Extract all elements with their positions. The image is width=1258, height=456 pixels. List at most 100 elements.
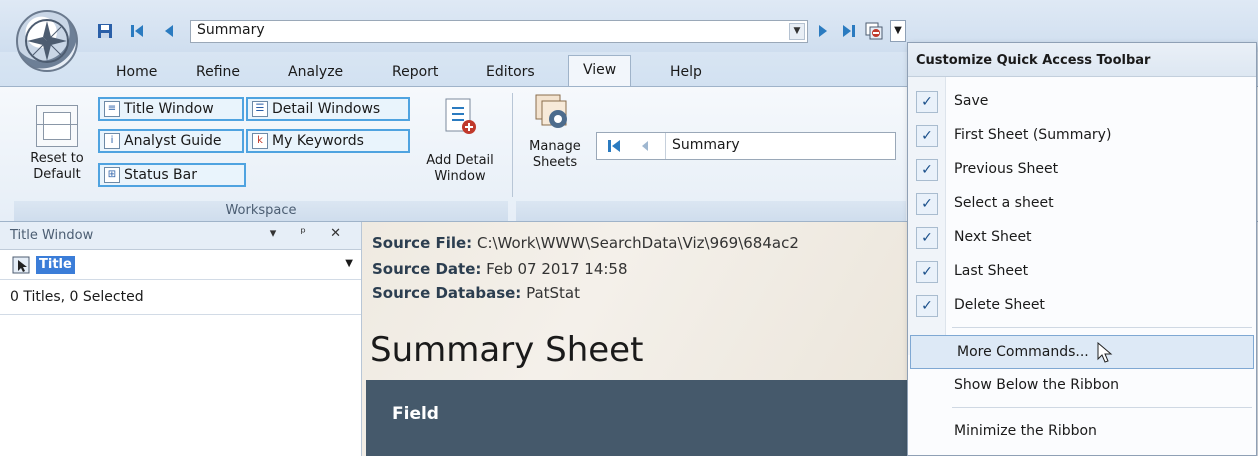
first-sheet-nav-icon[interactable] — [607, 139, 621, 157]
menu-item-label: Minimize the Ribbon — [954, 423, 1097, 439]
status-bar-icon: ⊞ — [104, 167, 120, 183]
layout-icon — [36, 105, 78, 147]
source-file-line: Source File: C:\Work\WWW\SearchData\Viz\… — [372, 234, 799, 252]
menu-item-first-sheet[interactable]: ✓ First Sheet (Summary) — [908, 119, 1256, 153]
tab-view[interactable]: View — [568, 55, 632, 87]
field-column-header: Field — [392, 404, 439, 424]
detail-windows-toggle[interactable]: ☰ Detail Windows — [246, 97, 410, 121]
mouse-pointer-icon — [1097, 341, 1113, 368]
menu-item-label: Last Sheet — [954, 263, 1029, 279]
pane-header: Title Window ▾ ᵖ ✕ — [0, 222, 361, 250]
menu-item-save[interactable]: ✓ Save — [908, 85, 1256, 119]
info-icon: i — [104, 133, 120, 149]
reset-to-default-button[interactable]: Reset to Default — [22, 105, 92, 183]
menu-separator — [952, 327, 1252, 328]
menu-item-show-below-ribbon[interactable]: Show Below the Ribbon — [908, 369, 1256, 403]
tab-editors[interactable]: Editors — [480, 60, 541, 84]
menu-item-label: Select a sheet — [954, 195, 1054, 211]
pane-title: Title Window — [10, 228, 94, 243]
customize-qat-menu: Customize Quick Access Toolbar ✓ Save ✓ … — [907, 42, 1257, 456]
menu-item-label: Previous Sheet — [954, 161, 1059, 177]
list-icon: ≡ — [104, 101, 120, 117]
workspace-group-label: Workspace — [14, 201, 508, 221]
cursor-select-icon — [12, 256, 30, 274]
reset-label-line2: Default — [33, 167, 81, 182]
previous-sheet-icon[interactable] — [160, 22, 178, 40]
save-icon[interactable] — [96, 22, 114, 40]
customize-qat-dropdown-button[interactable]: ▼ — [890, 20, 906, 42]
status-bar-toggle[interactable]: ⊞ Status Bar — [98, 163, 246, 187]
manage-sheets-icon — [534, 93, 576, 135]
checkmark-icon: ✓ — [916, 159, 938, 181]
source-file-label: Source File: — [372, 234, 473, 252]
my-keywords-toggle[interactable]: k My Keywords — [246, 129, 410, 153]
menu-item-label: Show Below the Ribbon — [954, 377, 1120, 393]
source-file-value: C:\Work\WWW\SearchData\Viz\969\684ac2 — [476, 234, 799, 252]
checkmark-icon: ✓ — [916, 261, 938, 283]
checkmark-icon: ✓ — [916, 193, 938, 215]
add-detail-label-line1: Add Detail — [426, 153, 494, 168]
tab-help[interactable]: Help — [664, 60, 708, 84]
previous-sheet-nav-icon[interactable] — [641, 140, 649, 156]
manage-label-line1: Manage — [529, 139, 581, 154]
menu-item-label: Delete Sheet — [954, 297, 1045, 313]
menu-item-select-sheet[interactable]: ✓ Select a sheet — [908, 187, 1256, 221]
chevron-down-icon[interactable]: ▼ — [789, 23, 805, 40]
tab-analyze[interactable]: Analyze — [282, 60, 349, 84]
reset-label-line1: Reset to — [30, 151, 84, 166]
source-database-label: Source Database: — [372, 284, 522, 302]
title-field-selector[interactable]: Title ▼ — [0, 250, 361, 280]
manage-sheets-button[interactable]: Manage Sheets — [520, 93, 590, 171]
tab-report[interactable]: Report — [386, 60, 444, 84]
source-database-line: Source Database: PatStat — [372, 284, 580, 302]
chevron-down-icon[interactable]: ▼ — [345, 258, 353, 269]
analyst-guide-label: Analyst Guide — [124, 133, 222, 149]
menu-item-more-commands[interactable]: More Commands... — [910, 335, 1254, 369]
title-window-pane: Title Window ▾ ᵖ ✕ Title ▼ 0 Titles, 0 S… — [0, 222, 362, 456]
menu-item-label: First Sheet (Summary) — [954, 127, 1112, 143]
add-window-icon — [442, 97, 478, 139]
first-sheet-icon[interactable] — [128, 22, 146, 40]
menu-item-next-sheet[interactable]: ✓ Next Sheet — [908, 221, 1256, 255]
add-detail-label-line2: Window — [434, 169, 486, 184]
sheet-selector[interactable]: Summary ▼ — [190, 20, 808, 43]
pane-controls[interactable]: ▾ ᵖ ✕ — [270, 226, 351, 241]
source-date-line: Source Date: Feb 07 2017 14:58 — [372, 260, 628, 278]
summary-sheet-content: Source File: C:\Work\WWW\SearchData\Viz\… — [362, 222, 907, 456]
add-detail-window-button[interactable]: Add Detail Window — [414, 97, 506, 185]
checkmark-icon: ✓ — [916, 125, 938, 147]
analyst-guide-toggle[interactable]: i Analyst Guide — [98, 129, 244, 153]
delete-sheet-icon[interactable] — [864, 21, 884, 41]
menu-item-delete-sheet[interactable]: ✓ Delete Sheet — [908, 289, 1256, 323]
checkmark-icon: ✓ — [916, 227, 938, 249]
compass-icon — [25, 19, 69, 63]
group-separator — [512, 93, 513, 197]
manage-label-line2: Sheets — [532, 155, 578, 170]
menu-separator — [952, 407, 1252, 408]
title-window-toggle[interactable]: ≡ Title Window — [98, 97, 244, 121]
sheets-group-label — [516, 201, 906, 221]
application-menu-button[interactable] — [16, 10, 78, 72]
checkmark-icon: ✓ — [916, 91, 938, 113]
detail-list-icon: ☰ — [252, 101, 268, 117]
tab-refine[interactable]: Refine — [190, 60, 246, 84]
menu-title: Customize Quick Access Toolbar — [908, 43, 1256, 77]
menu-item-previous-sheet[interactable]: ✓ Previous Sheet — [908, 153, 1256, 187]
ribbon-sheet-navigator[interactable]: Summary — [596, 132, 896, 160]
source-date-value: Feb 07 2017 14:58 — [486, 260, 628, 278]
source-date-label: Source Date: — [372, 260, 482, 278]
sheet-title: Summary Sheet — [370, 330, 644, 370]
sheet-selector-value: Summary — [197, 22, 265, 38]
next-sheet-icon[interactable] — [818, 21, 828, 41]
status-bar-label: Status Bar — [124, 167, 198, 183]
last-sheet-icon[interactable] — [842, 21, 856, 41]
menu-item-minimize-ribbon[interactable]: Minimize the Ribbon — [908, 415, 1256, 449]
tab-home[interactable]: Home — [110, 60, 163, 84]
menu-item-label: Save — [954, 93, 989, 109]
keyword-icon: k — [252, 133, 268, 149]
checkmark-icon: ✓ — [916, 295, 938, 317]
menu-item-label: Next Sheet — [954, 229, 1032, 245]
title-window-label: Title Window — [124, 101, 214, 117]
detail-windows-label: Detail Windows — [272, 101, 381, 117]
menu-item-last-sheet[interactable]: ✓ Last Sheet — [908, 255, 1256, 289]
